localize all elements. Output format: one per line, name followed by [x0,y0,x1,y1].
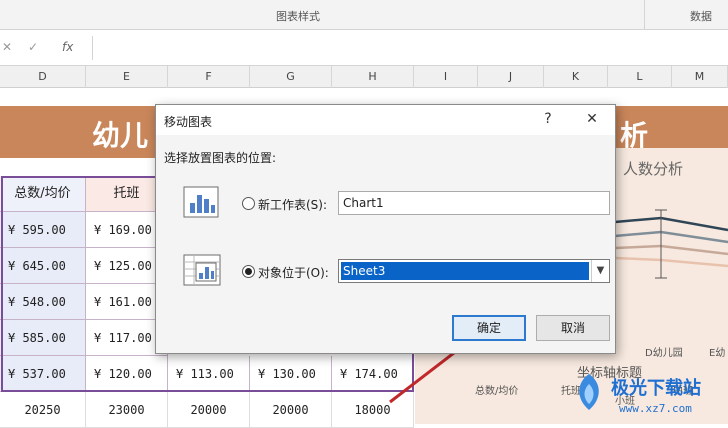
new-sheet-chart-icon [182,185,222,221]
chart-title: 人数分析 [623,160,684,178]
table-cell[interactable]: ¥ 548.00 [0,284,86,320]
object-in-radio[interactable] [242,265,255,278]
object-in-sheet-icon [182,253,222,289]
watermark-name: 极光下载站 [611,378,701,399]
chevron-down-icon[interactable]: ▼ [591,260,609,282]
ribbon-separator [644,0,645,30]
category-label: E幼 [709,348,726,359]
watermark-url: www.xz7.com [619,402,692,415]
column-header[interactable]: G [250,66,332,88]
cancel-entry-icon[interactable]: ✕ [2,40,12,54]
site-watermark: 极光下载站 www.xz7.com [567,366,728,424]
table-cell[interactable]: ¥ 595.00 [0,212,86,248]
table-cell[interactable]: 20000 [250,392,332,428]
new-sheet-radio[interactable] [242,197,255,210]
move-chart-dialog[interactable]: 移动图表 ? ✕ 选择放置图表的位置: 新工作表(S): Chart1 对象位于… [155,104,616,354]
object-in-sheet-select[interactable]: Sheet3 ▼ [338,259,610,283]
column-header[interactable]: I [414,66,478,88]
header-cell[interactable]: 总数/均价 [0,176,86,212]
series-line [614,230,728,244]
column-header[interactable]: F [168,66,250,88]
new-sheet-label: 新工作表(S): [258,198,328,212]
column-headers: D E F G H I J K L M [0,66,728,88]
table-cell[interactable]: ¥ 130.00 [250,356,332,392]
column-header[interactable]: E [86,66,168,88]
table-cell[interactable]: ¥ 120.00 [86,356,168,392]
series-line [614,216,728,232]
column-header[interactable]: K [544,66,608,88]
ok-button[interactable]: 确定 [452,315,526,341]
formula-input[interactable] [92,36,728,60]
column-header[interactable]: J [478,66,544,88]
table-cell[interactable]: 20250 [0,392,86,428]
column-header[interactable]: D [0,66,86,88]
object-in-label: 对象位于(O): [258,266,329,280]
banner-title-left: 幼儿 [92,119,149,152]
table-cell[interactable]: ¥ 585.00 [0,320,86,356]
ribbon: 图表样式 数据 [0,0,728,30]
table-cell[interactable]: ¥ 113.00 [168,356,250,392]
category-label: D幼儿园 [645,348,683,359]
dialog-titlebar[interactable]: 移动图表 ? ✕ [156,105,615,135]
column-header[interactable]: H [332,66,414,88]
help-icon[interactable]: ? [536,111,560,127]
table-cell[interactable]: 20000 [168,392,250,428]
close-icon[interactable]: ✕ [580,111,604,127]
series-line [614,244,728,256]
cancel-button[interactable]: 取消 [536,315,610,341]
dialog-title: 移动图表 [164,115,213,129]
watermark-logo-icon [579,374,599,410]
ribbon-group-data: 数据 [690,10,712,23]
table-cell[interactable]: ¥ 645.00 [0,248,86,284]
enter-entry-icon[interactable]: ✓ [28,40,38,54]
insert-function-icon[interactable]: fx [62,40,73,54]
table-cell[interactable]: 23000 [86,392,168,428]
series-line [614,256,728,268]
formula-bar: ✕ ✓ fx [0,30,728,66]
ribbon-group-chart-styles: 图表样式 [276,10,320,23]
new-sheet-name-input[interactable]: Chart1 [338,191,610,215]
dialog-prompt: 选择放置图表的位置: [164,151,277,165]
column-header[interactable]: L [608,66,672,88]
selected-sheet: Sheet3 [341,262,589,280]
column-header[interactable]: M [672,66,728,88]
table-cell[interactable]: ¥ 537.00 [0,356,86,392]
